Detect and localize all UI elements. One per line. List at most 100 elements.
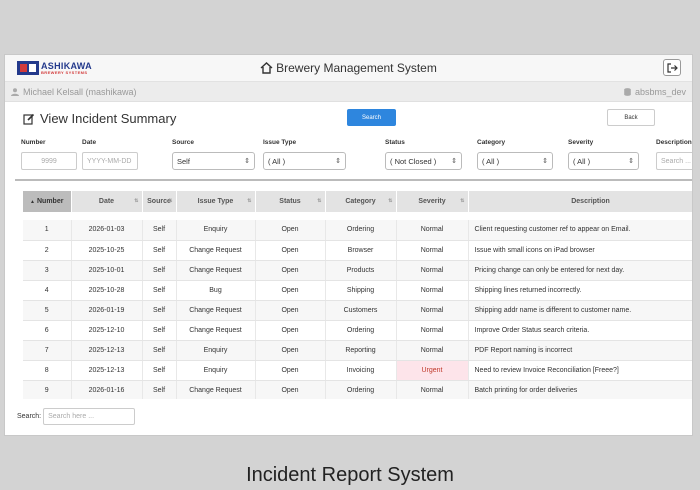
sort-asc-icon: ▲ bbox=[30, 199, 35, 205]
cell-issue-type: Change Request bbox=[176, 300, 256, 321]
cell-description: Improve Order Status search criteria. bbox=[468, 320, 692, 341]
filter-number-input[interactable]: 9999 bbox=[21, 152, 77, 170]
cell-severity: Normal bbox=[396, 240, 469, 261]
cell-status: Open bbox=[255, 220, 326, 241]
table-header-row: ▲ Number Date ⇅ Source ⇅ Issue Type ⇅ Status… bbox=[23, 191, 692, 212]
cell-number: 8 bbox=[23, 360, 72, 381]
cell-issue-type: Enquiry bbox=[176, 360, 256, 381]
sort-icon: ⇅ bbox=[388, 198, 393, 204]
column-header-label: Severity bbox=[418, 198, 446, 205]
cell-status: Open bbox=[255, 320, 326, 341]
cell-category: Ordering bbox=[325, 220, 397, 241]
source-select-value: Self bbox=[177, 156, 190, 166]
table-row[interactable]: 7 2025-12-13 Self Enquiry Open Reporting Norma… bbox=[23, 340, 692, 361]
column-header-date[interactable]: Date ⇅ bbox=[71, 191, 143, 212]
logout-button[interactable] bbox=[663, 59, 681, 76]
cell-category: Ordering bbox=[325, 380, 397, 399]
cell-severity: Normal bbox=[396, 340, 469, 361]
cell-severity: Normal bbox=[396, 220, 469, 241]
column-header-category[interactable]: Category ⇅ bbox=[325, 191, 397, 212]
cell-issue-type: Change Request bbox=[176, 320, 256, 341]
table-row[interactable]: 8 2025-12-13 Self Enquiry Open Invoicing Urgen… bbox=[23, 360, 692, 381]
cell-status: Open bbox=[255, 240, 326, 261]
filter-status-label: Status bbox=[385, 139, 405, 146]
table-search-input[interactable]: Search here ... bbox=[43, 408, 136, 425]
page-header: View Incident Summary Search Back bbox=[5, 106, 692, 132]
cell-severity: Urgent bbox=[396, 360, 469, 381]
cell-description: PDF Report naming is incorrect bbox=[468, 340, 692, 361]
cell-description: Issue with small icons on iPad browser bbox=[468, 240, 692, 261]
column-header-source[interactable]: Source ⇅ bbox=[142, 191, 177, 212]
back-button[interactable]: Back bbox=[607, 109, 655, 126]
cell-source: Self bbox=[142, 340, 177, 361]
chevron-updown-icon: ⇕ bbox=[451, 158, 457, 165]
cell-source: Self bbox=[142, 280, 177, 301]
cell-number: 7 bbox=[23, 340, 72, 361]
cell-number: 4 bbox=[23, 280, 72, 301]
column-header-description[interactable]: Description bbox=[468, 191, 692, 212]
search-button[interactable]: Search bbox=[347, 109, 396, 126]
filter-status: Status ( Not Closed ) ⇕ bbox=[385, 139, 462, 170]
cell-severity: Normal bbox=[396, 300, 469, 321]
cell-number: 9 bbox=[23, 380, 72, 399]
cell-category: Shipping bbox=[325, 280, 397, 301]
logout-icon bbox=[666, 62, 678, 73]
cell-issue-type: Enquiry bbox=[176, 340, 256, 361]
cell-number: 3 bbox=[23, 260, 72, 281]
column-header-status[interactable]: Status ⇅ bbox=[255, 191, 326, 212]
database-name: absbms_dev bbox=[634, 87, 686, 97]
cell-source: Self bbox=[142, 300, 177, 321]
column-header-label: Issue Type bbox=[197, 198, 234, 205]
cell-description: Shipping lines returned incorrectly. bbox=[468, 280, 692, 301]
app-title: Brewery Management System bbox=[5, 61, 692, 75]
cell-status: Open bbox=[255, 380, 326, 399]
cell-date: 2025-12-13 bbox=[71, 360, 143, 381]
severity-select-value: ( All ) bbox=[573, 156, 591, 166]
cell-date: 2025-12-10 bbox=[71, 320, 143, 341]
table-row[interactable]: 5 2026-01-19 Self Change Request Open Custome… bbox=[23, 300, 692, 321]
table-row[interactable]: 6 2025-12-10 Self Change Request Open Orderin… bbox=[23, 320, 692, 341]
database-indicator: absbms_dev bbox=[624, 87, 686, 97]
source-select[interactable]: Self ⇕ bbox=[172, 152, 255, 170]
category-select[interactable]: ( All ) ⇕ bbox=[477, 152, 553, 170]
filter-category: Category ( All ) ⇕ bbox=[477, 139, 553, 170]
cell-issue-type: Change Request bbox=[176, 380, 256, 399]
table-row[interactable]: 2 2025-10-25 Self Change Request Open Browser… bbox=[23, 240, 692, 261]
column-header-number[interactable]: ▲ Number bbox=[23, 191, 72, 212]
filter-category-label: Category bbox=[477, 139, 506, 146]
cell-severity: Normal bbox=[396, 380, 469, 399]
cell-status: Open bbox=[255, 300, 326, 321]
cell-status: Open bbox=[255, 260, 326, 281]
filter-description: Description Search ... bbox=[656, 139, 692, 170]
column-header-label: Date bbox=[98, 198, 115, 205]
cell-description: Batch printing for order deliveries bbox=[468, 380, 692, 399]
app-title-text: Brewery Management System bbox=[276, 61, 437, 75]
column-header-label: Category bbox=[345, 198, 376, 205]
column-header-issue-type[interactable]: Issue Type ⇅ bbox=[176, 191, 256, 212]
table-row[interactable]: 3 2025-10-01 Self Change Request Open Product… bbox=[23, 260, 692, 281]
table-row[interactable]: 1 2026-01-03 Self Enquiry Open Ordering Normal… bbox=[23, 220, 692, 241]
category-select-value: ( All ) bbox=[482, 156, 500, 166]
cell-description: Shipping addr name is different to custo… bbox=[468, 300, 692, 321]
issue-type-select[interactable]: ( All ) ⇕ bbox=[263, 152, 346, 170]
filter-description-input[interactable]: Search ... bbox=[656, 152, 692, 170]
filter-severity-label: Severity bbox=[568, 139, 594, 146]
cell-category: Browser bbox=[325, 240, 397, 261]
table-row[interactable]: 4 2025-10-28 Self Bug Open Shipping Normal Ship… bbox=[23, 280, 692, 301]
cell-description: Need to review Invoice Reconciliation [F… bbox=[468, 360, 692, 381]
table-search-label: Search: bbox=[17, 413, 42, 420]
filter-severity: Severity ( All ) ⇕ bbox=[568, 139, 639, 170]
severity-select[interactable]: ( All ) ⇕ bbox=[568, 152, 639, 170]
sort-icon: ⇅ bbox=[247, 198, 252, 204]
table-row[interactable]: 9 2026-01-16 Self Change Request Open Orderin… bbox=[23, 380, 692, 399]
column-header-label: Number bbox=[37, 198, 64, 205]
column-header-severity[interactable]: Severity ⇅ bbox=[396, 191, 469, 212]
cell-issue-type: Enquiry bbox=[176, 220, 256, 241]
filter-date-label: Date bbox=[82, 139, 97, 146]
status-select[interactable]: ( Not Closed ) ⇕ bbox=[385, 152, 462, 170]
cell-severity: Normal bbox=[396, 260, 469, 281]
filter-date-input[interactable]: YYYY-MM-DD bbox=[82, 152, 138, 170]
cell-source: Self bbox=[142, 220, 177, 241]
cell-number: 1 bbox=[23, 220, 72, 241]
cell-number: 2 bbox=[23, 240, 72, 261]
